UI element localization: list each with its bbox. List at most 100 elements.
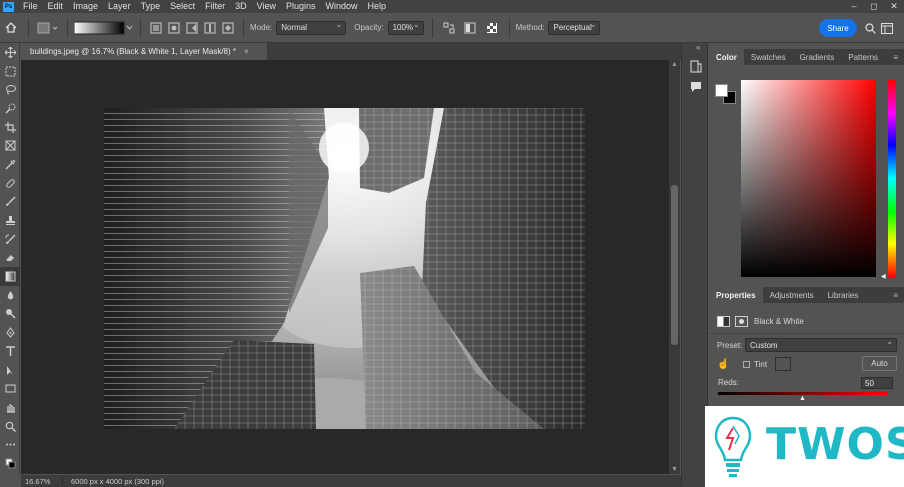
reflected-gradient-icon[interactable] [201, 19, 219, 37]
auto-button[interactable]: Auto [862, 356, 897, 371]
reds-slider-knob[interactable]: ▲ [799, 395, 806, 402]
comments-panel-icon[interactable] [688, 79, 703, 94]
mode-select[interactable]: Normal [276, 20, 347, 35]
home-icon[interactable] [0, 19, 22, 37]
hue-slider[interactable] [888, 80, 896, 277]
menu-plugins[interactable]: Plugins [281, 0, 321, 13]
workspace-icon[interactable] [880, 19, 894, 37]
tab-gradients[interactable]: Gradients [793, 49, 842, 65]
clone-stamp-tool-icon[interactable] [0, 211, 20, 230]
tint-checkbox[interactable] [743, 360, 750, 368]
default-colors-icon[interactable] [0, 454, 20, 473]
diamond-gradient-icon[interactable] [219, 19, 237, 37]
reverse-icon[interactable] [439, 19, 459, 37]
minimize-button[interactable]: – [844, 0, 864, 13]
linear-gradient-icon[interactable] [147, 19, 165, 37]
menu-3d[interactable]: 3D [230, 0, 252, 13]
reds-value-field[interactable]: 50 [861, 377, 893, 389]
document-image[interactable] [104, 108, 585, 429]
hand-tool-icon[interactable] [0, 398, 20, 417]
menu-help[interactable]: Help [363, 0, 392, 13]
share-button[interactable]: Share [819, 19, 857, 37]
tab-properties[interactable]: Properties [709, 287, 763, 303]
radial-gradient-icon[interactable] [165, 19, 183, 37]
divider [67, 17, 68, 38]
scrollbar-thumb[interactable] [671, 185, 678, 345]
brush-tool-icon[interactable] [0, 193, 20, 212]
eraser-tool-icon[interactable] [0, 249, 20, 268]
adjustment-header: Black & White [709, 312, 904, 330]
collapsed-panel-strip: « [681, 43, 708, 487]
menu-file[interactable]: File [18, 0, 43, 13]
opacity-field[interactable]: 100% [387, 20, 424, 35]
search-icon[interactable] [863, 19, 877, 37]
tab-swatches[interactable]: Swatches [744, 49, 793, 65]
panel-menu-icon[interactable]: ≡ [893, 49, 904, 65]
crop-tool-icon[interactable] [0, 118, 20, 137]
zoom-tool-icon[interactable] [0, 417, 20, 436]
frame-tool-icon[interactable] [0, 136, 20, 155]
gradient-tool-preset-icon[interactable] [35, 19, 61, 37]
menu-filter[interactable]: Filter [200, 0, 230, 13]
eyedropper-tool-icon[interactable] [0, 155, 20, 174]
divider [140, 17, 141, 38]
rectangle-tool-icon[interactable] [0, 379, 20, 398]
gradient-tool-icon[interactable] [0, 267, 20, 286]
maximize-button[interactable]: ◻ [864, 0, 884, 13]
tab-adjustments[interactable]: Adjustments [763, 287, 821, 303]
preset-select[interactable]: Custom [745, 337, 897, 352]
pen-tool-icon[interactable] [0, 323, 20, 342]
menu-edit[interactable]: Edit [43, 0, 69, 13]
marquee-tool-icon[interactable] [0, 62, 20, 81]
options-bar: Mode: Normal Opacity: 100% Method: Perce… [0, 13, 904, 43]
document-tab-title: buildings.jpeg @ 16.7% (Black & White 1,… [30, 47, 236, 56]
scroll-down-icon[interactable]: ▼ [669, 466, 680, 473]
tab-color[interactable]: Color [709, 49, 744, 65]
history-brush-tool-icon[interactable] [0, 230, 20, 249]
properties-panel-tabs: Properties Adjustments Libraries ≡ [709, 287, 904, 303]
foreground-color-swatch[interactable] [715, 84, 728, 97]
menu-layer[interactable]: Layer [103, 0, 136, 13]
zoom-level[interactable]: 16.67% [21, 476, 63, 486]
lasso-tool-icon[interactable] [0, 80, 20, 99]
close-tab-icon[interactable]: × [244, 47, 249, 56]
mask-icon[interactable] [735, 315, 748, 327]
transparency-icon[interactable] [481, 19, 503, 37]
tab-libraries[interactable]: Libraries [821, 287, 866, 303]
hue-slider-arrow-icon[interactable]: ◀ [881, 273, 886, 280]
color-panel-tabs: Color Swatches Gradients Patterns ≡ [709, 49, 904, 65]
quick-selection-tool-icon[interactable] [0, 99, 20, 118]
menu-view[interactable]: View [252, 0, 281, 13]
gradient-picker[interactable] [74, 19, 134, 37]
tint-color-box[interactable] [775, 357, 792, 371]
move-tool-icon[interactable] [0, 43, 20, 62]
healing-brush-tool-icon[interactable] [0, 174, 20, 193]
angle-gradient-icon[interactable] [183, 19, 201, 37]
color-field[interactable] [741, 80, 876, 277]
menu-window[interactable]: Window [321, 0, 363, 13]
menu-image[interactable]: Image [68, 0, 103, 13]
blur-tool-icon[interactable] [0, 286, 20, 305]
more-tools-icon[interactable] [0, 435, 20, 454]
dodge-tool-icon[interactable] [0, 305, 20, 324]
document-tab[interactable]: buildings.jpeg @ 16.7% (Black & White 1,… [21, 43, 267, 60]
targeted-adjustment-icon[interactable]: ☝ [717, 359, 739, 370]
opacity-label: Opacity: [354, 23, 384, 32]
divider [28, 17, 29, 38]
menu-type[interactable]: Type [136, 0, 166, 13]
photoshop-logo-icon[interactable]: Ps [3, 1, 14, 12]
dither-icon[interactable] [459, 19, 481, 37]
type-tool-icon[interactable] [0, 342, 20, 361]
divider [431, 17, 433, 38]
close-window-button[interactable]: ✕ [884, 0, 904, 13]
tab-patterns[interactable]: Patterns [841, 49, 885, 65]
menu-select[interactable]: Select [165, 0, 200, 13]
vertical-scrollbar[interactable]: ▲ ▼ [669, 60, 680, 474]
document-dimensions[interactable]: 6000 px x 4000 px (300 ppi) [63, 477, 164, 486]
history-panel-icon[interactable] [688, 59, 703, 74]
method-select[interactable]: Perceptual [548, 20, 601, 35]
collapse-panels-icon[interactable]: « [696, 43, 700, 52]
path-selection-tool-icon[interactable] [0, 361, 20, 380]
scroll-up-icon[interactable]: ▲ [669, 61, 680, 68]
properties-menu-icon[interactable]: ≡ [893, 287, 904, 303]
